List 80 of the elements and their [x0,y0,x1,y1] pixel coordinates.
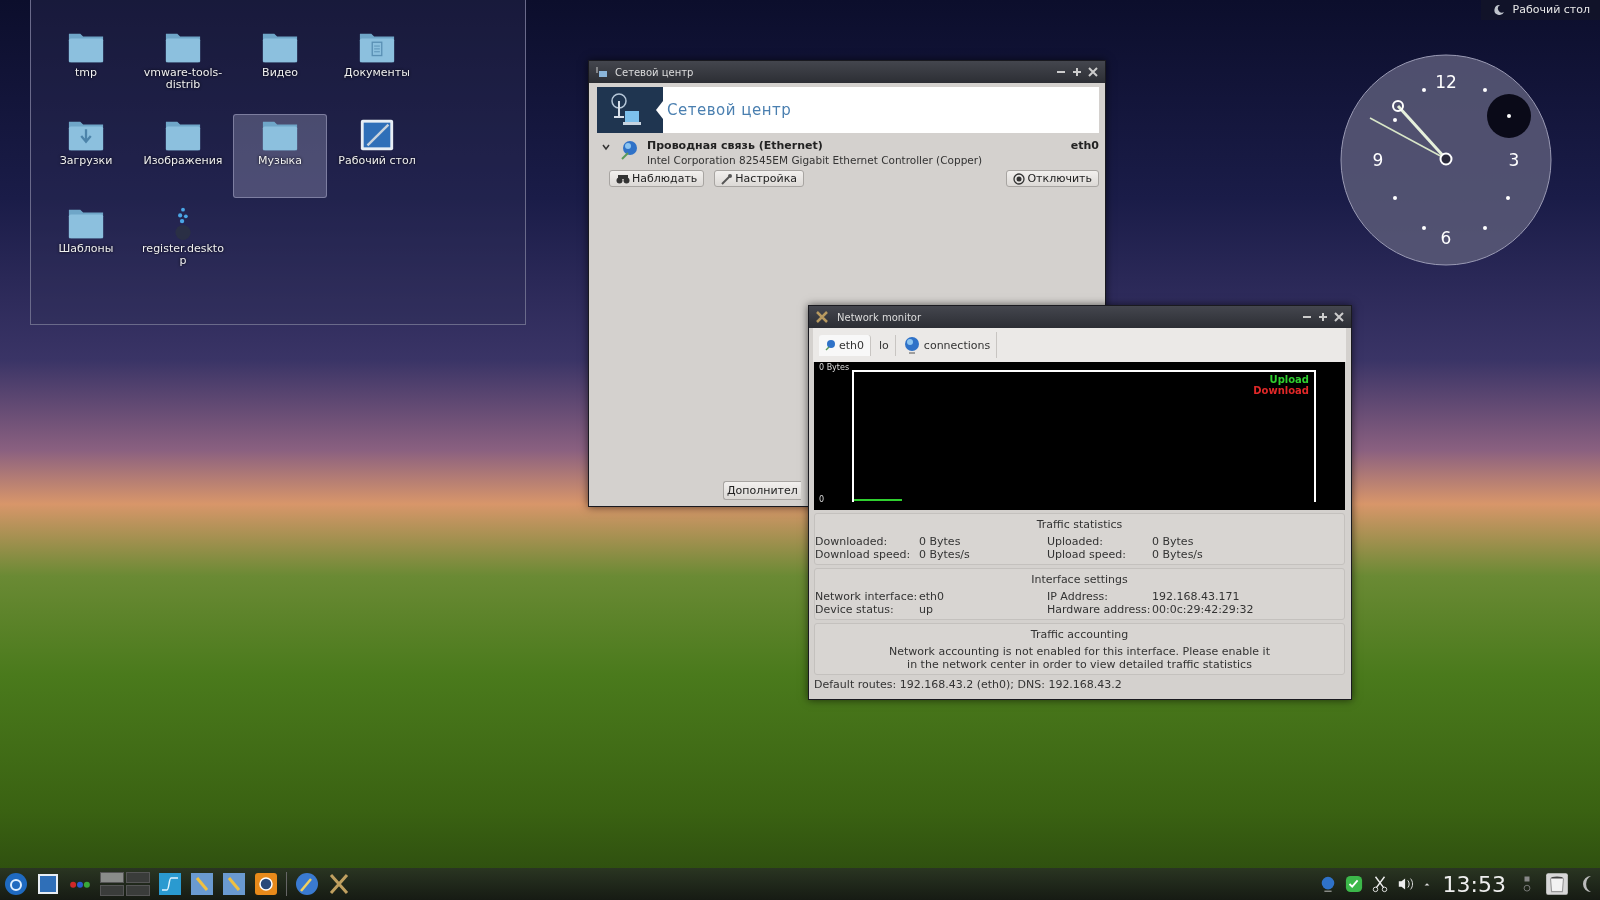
desktop-item[interactable]: Документы [330,26,424,110]
crossed-tools-icon[interactable] [327,872,351,896]
globe-tool-icon[interactable] [295,872,319,896]
network-app-icon [595,66,607,78]
info-text: 0 Bytes/s [919,548,971,561]
group-title: Interface settings [1031,573,1128,586]
clock-center-pin [1439,152,1453,166]
info-text: 00:0c:29:42:29:32 [1152,603,1255,616]
wrench-icon[interactable] [190,872,214,896]
interface-name: eth0 [1070,139,1099,152]
axis-label: 0 [819,495,825,504]
scissors-icon[interactable] [1370,874,1389,894]
maximize-icon[interactable] [1071,66,1083,78]
desktop-item[interactable]: Музыка [233,114,327,198]
close-icon[interactable] [1087,66,1099,78]
disconnect-button[interactable]: Отключить [1006,170,1099,187]
desktop-item[interactable]: register.desktop [136,202,230,286]
launcher-icon[interactable] [4,872,28,896]
info-text: Network interface: [815,590,919,603]
legend-label: Download [1253,385,1309,396]
activity-button[interactable]: Рабочий стол [1480,0,1600,20]
info-text: Upload speed: [1047,548,1127,561]
desktop-item[interactable]: Загрузки [39,114,133,198]
clock-numeral: 3 [1508,150,1520,170]
info-text: 0 Bytes [1152,535,1195,548]
advanced-button[interactable]: Дополнител [723,481,801,500]
power-icon [1013,172,1026,185]
group-title: Traffic statistics [1036,518,1123,531]
checkmark-icon[interactable] [1344,874,1363,894]
desktop-screen-icon [358,117,396,153]
moon-icon [1492,3,1505,16]
wrench-icon [721,172,734,185]
window-title: Network monitor [837,311,923,323]
desktop-item[interactable]: vmware-tools-distrib [136,26,230,110]
status-text: Default routes: 192.168.43.2 (eth0); DNS: 192.168.43.2 [814,677,1123,691]
connection-name: Проводная связь (Ethernet) [647,139,824,152]
axis-label: 0 Bytes [819,363,850,372]
window-title: Сетевой центр [615,66,695,78]
info-text: up [919,603,934,616]
taskbar-clock[interactable]: 13:53 [1438,871,1510,897]
info-text: 192.168.43.171 [1152,590,1241,603]
configure-button[interactable]: Настройка [714,170,805,187]
crossed-tools-icon [815,310,829,324]
clock-numeral: 6 [1440,228,1452,248]
interface-tab[interactable]: lo [873,334,896,356]
info-text: IP Address: [1047,590,1109,603]
legend-label: Upload [1269,374,1309,385]
clock-subdial [1487,94,1531,138]
info-text: Downloaded: [815,535,889,548]
info-text: Uploaded: [1047,535,1104,548]
expand-chevron-icon[interactable] [601,142,611,152]
clock-numeral: 9 [1372,150,1384,170]
desktop-screen-icon[interactable] [36,872,60,896]
close-icon[interactable] [1333,311,1345,323]
info-text: Download speed: [815,548,912,561]
info-message: Network accounting is not enabled for this interface. Please enable it in the network center in order to view detailed traffic statistics [888,645,1271,671]
binoculars-icon [616,173,630,184]
device-description: Intel Corporation 82545EM Gigabit Ethernet Controller (Copper) [647,154,984,166]
interface-tab[interactable]: connections [897,332,998,358]
clock-numeral: 12 [1435,72,1457,92]
info-text: 0 Bytes/s [1152,548,1204,561]
maximize-icon[interactable] [1317,311,1329,323]
desktop-item[interactable]: Изображения [136,114,230,198]
waveform-icon[interactable] [158,872,182,896]
wrench-icon[interactable] [222,872,246,896]
trash-icon[interactable] [1544,871,1570,897]
desktop-item[interactable]: Шаблоны [39,202,133,286]
info-text: Hardware address: [1047,603,1152,616]
eye-icon[interactable] [254,872,278,896]
info-text: Device status: [815,603,895,616]
info-text: 0 Bytes [919,535,962,548]
interface-tab[interactable]: eth0 [819,334,872,356]
desktop-item[interactable]: Видео [233,26,327,110]
desktop-item[interactable]: tmp [39,26,133,110]
desktop-item[interactable]: Рабочий стол [330,114,424,198]
activity-label: Рабочий стол [1512,3,1590,16]
header-title: Сетевой центр [667,101,792,119]
info-text: eth0 [919,590,946,603]
monitor-button[interactable]: Наблюдать [609,170,705,187]
group-title: Traffic accounting [1030,628,1129,641]
